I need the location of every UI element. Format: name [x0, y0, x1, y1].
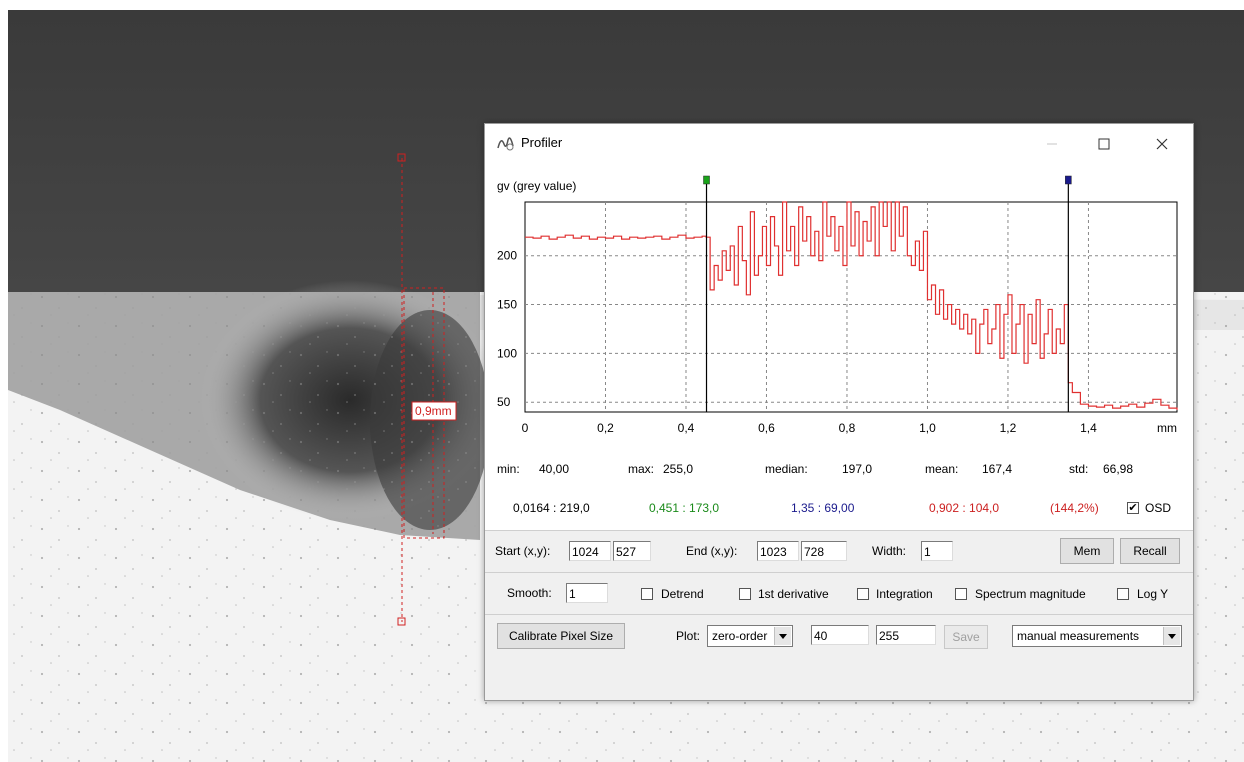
max-label: max:	[628, 462, 655, 476]
stats-row: min: 40,00 max: 255,0 median: 197,0 mean…	[485, 454, 1193, 487]
x-axis-label: mm	[1157, 421, 1177, 435]
osd-point-2: 1,35 : 69,00	[791, 501, 855, 515]
calibrate-pixel-size-button[interactable]: Calibrate Pixel Size	[497, 623, 625, 649]
spectrum-label: Spectrum magnitude	[975, 587, 1086, 601]
profiler-app-icon	[497, 137, 514, 151]
save-button[interactable]: Save	[944, 625, 988, 649]
profile-plot-area[interactable]: gv (grey value) 50 100 150 200 0 0,2 0,4 0,6 0,8 1…	[485, 164, 1193, 455]
recall-button[interactable]: Recall	[1120, 538, 1180, 564]
end-label: End (x,y):	[686, 544, 738, 558]
detrend-checkbox[interactable]	[641, 588, 653, 600]
plot-mode-value: zero-order	[712, 629, 768, 643]
osd-point-0: 0,0164 : 219,0	[513, 501, 590, 515]
measurement-mode-value: manual measurements	[1017, 629, 1140, 643]
mean-label: mean:	[925, 462, 959, 476]
y-tick-label: 200	[497, 249, 517, 263]
osd-row: 0,0164 : 219,0 0,451 : 173,0 1,35 : 69,0…	[485, 486, 1193, 530]
y-axis-label: gv (grey value)	[497, 179, 576, 193]
chevron-down-icon	[1163, 627, 1180, 645]
x-tick-label: 0,4	[678, 421, 695, 435]
x-tick-label: 1,4	[1080, 421, 1097, 435]
profiler-window[interactable]: Profiler gv (grey value) 50 100 150 200 0 0,2 0…	[484, 123, 1194, 701]
mem-button[interactable]: Mem	[1060, 538, 1114, 564]
mean-value: 167,4	[982, 462, 1013, 476]
start-y-input[interactable]: 527	[613, 541, 651, 561]
std-value: 66,98	[1103, 462, 1134, 476]
logy-label: Log Y	[1137, 587, 1169, 601]
measurement-mode-select[interactable]: manual measurements	[1012, 625, 1182, 647]
osd-point-3: 0,902 : 104,0	[929, 501, 1000, 515]
coords-row: Start (x,y): 1024 527 End (x,y): 1023 72…	[485, 531, 1193, 571]
profile-chart[interactable]: gv (grey value) 50 100 150 200 0 0,2 0,4 0,6 0,8 1…	[485, 164, 1193, 454]
chevron-down-icon	[774, 627, 791, 645]
median-value: 197,0	[842, 462, 873, 476]
min-value: 40,00	[539, 462, 570, 476]
y-tick-label: 150	[497, 298, 517, 312]
plot-mode-select[interactable]: zero-order	[707, 625, 793, 647]
smooth-input[interactable]: 1	[566, 583, 608, 603]
smooth-label: Smooth:	[507, 586, 552, 600]
derivative-checkbox[interactable]	[739, 588, 751, 600]
spectrum-checkbox[interactable]	[955, 588, 967, 600]
integration-label: Integration	[876, 587, 933, 601]
logy-checkbox[interactable]	[1117, 588, 1129, 600]
min-label: min:	[497, 462, 520, 476]
osd-percent: (144,2%)	[1050, 501, 1099, 515]
detrend-label: Detrend	[661, 587, 704, 601]
close-icon	[1156, 138, 1168, 150]
window-title: Profiler	[521, 135, 563, 150]
minimize-icon	[1047, 143, 1057, 145]
width-label: Width:	[872, 544, 907, 558]
x-tick-label: 0,6	[758, 421, 775, 435]
x-tick-label: 1,0	[919, 421, 936, 435]
start-x-input[interactable]: 1024	[569, 541, 611, 561]
title-bar[interactable]: Profiler	[485, 124, 1193, 164]
cursor-marker	[703, 175, 710, 185]
osd-point-1: 0,451 : 173,0	[649, 501, 720, 515]
integration-checkbox[interactable]	[857, 588, 869, 600]
end-x-input[interactable]: 1023	[757, 541, 799, 561]
x-tick-label: 0,8	[839, 421, 856, 435]
options-row: Smooth: 1 Detrend 1st derivative Integra…	[485, 573, 1193, 613]
bottom-row: Calibrate Pixel Size Plot: zero-order 40…	[485, 615, 1193, 659]
y-tick-label: 100	[497, 346, 517, 360]
plot-max-input[interactable]: 255	[876, 625, 936, 645]
osd-checkbox[interactable]: ✔	[1127, 502, 1139, 514]
std-label: std:	[1069, 462, 1089, 476]
max-value: 255,0	[663, 462, 694, 476]
x-tick-label: 0	[522, 421, 529, 435]
plot-min-input[interactable]: 40	[811, 625, 869, 645]
start-label: Start (x,y):	[495, 544, 551, 558]
close-button[interactable]	[1139, 124, 1185, 164]
osd-label: OSD	[1145, 501, 1172, 515]
maximize-icon	[1098, 138, 1110, 150]
maximize-button[interactable]	[1081, 124, 1127, 164]
x-tick-label: 0,2	[597, 421, 614, 435]
cursor-marker	[1065, 175, 1072, 185]
minimize-button[interactable]	[1029, 124, 1075, 164]
median-label: median:	[765, 462, 808, 476]
derivative-label: 1st derivative	[758, 587, 829, 601]
end-y-input[interactable]: 728	[801, 541, 847, 561]
plot-label: Plot:	[676, 629, 701, 643]
y-tick-label: 50	[497, 395, 511, 409]
width-input[interactable]: 1	[921, 541, 953, 561]
x-tick-label: 1,2	[1000, 421, 1017, 435]
measurement-label: 0,9mm	[415, 404, 452, 418]
